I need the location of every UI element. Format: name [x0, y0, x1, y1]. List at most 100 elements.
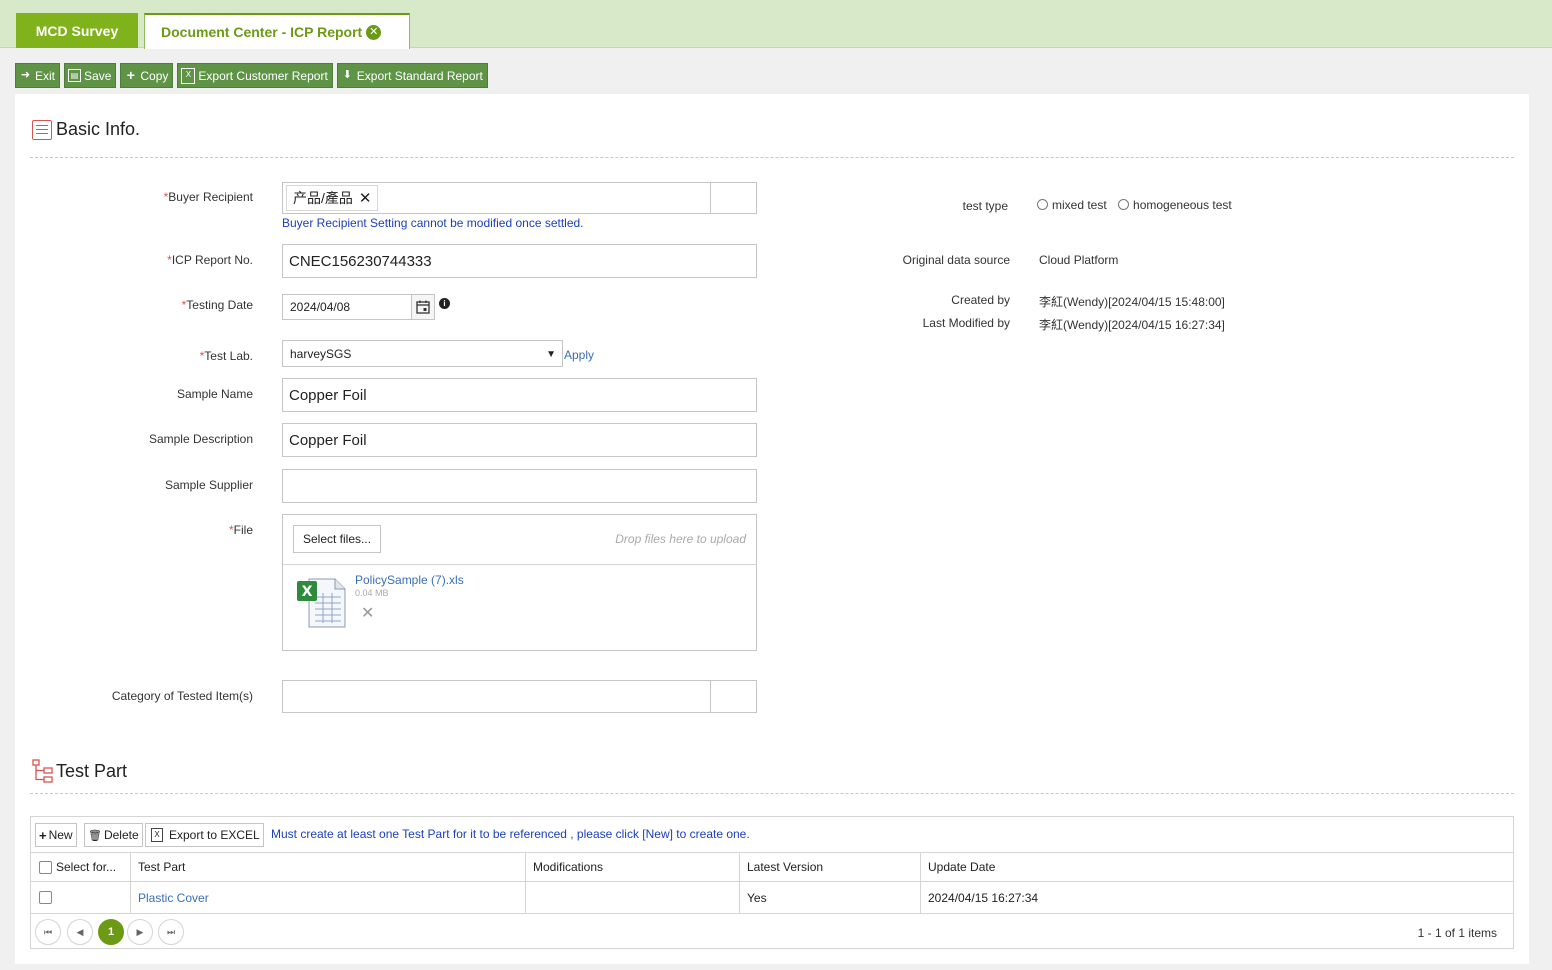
modifications-cell [525, 882, 740, 913]
exit-icon: ➜ [20, 69, 31, 81]
exit-button[interactable]: ➜ Exit [15, 63, 61, 88]
test-part-message: Must create at least one Test Part for i… [271, 827, 750, 841]
test-lab-select[interactable]: harveySGS ▼ [282, 340, 563, 367]
header-latest-version[interactable]: Latest Version [739, 853, 921, 881]
main-card: Basic Info. *Buyer Recipient 产品/產品 ✕ Buy… [15, 94, 1529, 964]
header-modifications[interactable]: Modifications [525, 853, 740, 881]
header-test-part[interactable]: Test Part [130, 853, 526, 881]
apply-link[interactable]: Apply [564, 348, 594, 362]
buyer-recipient-chip: 产品/產品 ✕ [286, 185, 379, 211]
basic-info-heading: Basic Info. [32, 119, 140, 140]
created-by-label: Created by [951, 293, 1010, 307]
exit-label: Exit [35, 68, 56, 83]
pager: ⏮ ◀ 1 ▶ ⏭ 1 - 1 of 1 items [31, 914, 1513, 949]
section-divider [30, 793, 1514, 794]
page-1-button[interactable]: 1 [98, 919, 124, 945]
buyer-recipient-multiselect[interactable]: 产品/產品 ✕ [282, 182, 757, 214]
row-checkbox[interactable] [39, 891, 52, 904]
calendar-icon[interactable] [411, 294, 435, 320]
prev-page-icon[interactable]: ◀ [67, 919, 93, 945]
export-standard-report-button[interactable]: ⬇ Export Standard Report [336, 63, 488, 88]
export-excel-button[interactable]: X Export to EXCEL [145, 823, 264, 847]
export-standard-label: Export Standard Report [356, 68, 483, 83]
list-icon [32, 119, 52, 140]
remove-file-icon[interactable]: ✕ [361, 603, 374, 623]
update-date-cell: 2024/04/15 16:27:34 [928, 890, 1039, 905]
export-customer-label: Export Customer Report [198, 68, 328, 83]
created-by-value: 李紅(Wendy)[2024/04/15 15:48:00] [1039, 295, 1225, 309]
sample-description-input[interactable]: Copper Foil [282, 423, 757, 457]
test-part-heading: Test Part [32, 759, 127, 783]
first-page-icon[interactable]: ⏮ [35, 919, 61, 945]
remove-chip-icon[interactable]: ✕ [359, 189, 372, 207]
source-label: Original data source [902, 253, 1010, 267]
tree-icon [32, 759, 54, 783]
copy-label: Copy [140, 68, 169, 83]
close-icon[interactable]: ✕ [366, 24, 382, 40]
tab-strip: MCD Survey Document Center - ICP Report … [0, 0, 1552, 49]
testing-date-input[interactable]: 2024/04/08 [282, 294, 412, 320]
file-label: *File [228, 523, 253, 537]
icp-report-input[interactable]: CNEC156230744333 [282, 244, 757, 278]
test-part-link[interactable]: Plastic Cover [130, 882, 526, 913]
test-type-radios: mixed test homogeneous test [1037, 198, 1232, 212]
excel-file-icon: X [295, 575, 351, 629]
category-label: Category of Tested Item(s) [111, 689, 253, 703]
row-select-cell [31, 882, 131, 913]
section-title: Test Part [56, 760, 128, 781]
plus-icon: + [126, 67, 135, 83]
save-label: Save [84, 68, 112, 83]
buyer-recipient-hint: Buyer Recipient Setting cannot be modifi… [282, 216, 584, 230]
svg-text:X: X [302, 584, 313, 600]
upload-toolbar: Select files... Drop files here to uploa… [283, 515, 756, 565]
sample-description-label: Sample Description [148, 432, 253, 446]
toolbar: ➜ Exit ▤ Save + Copy X Export Customer R… [15, 63, 488, 88]
chevron-down-icon: ▼ [546, 349, 556, 360]
page-info: 1 - 1 of 1 items [1417, 926, 1497, 940]
next-page-icon[interactable]: ▶ [127, 919, 153, 945]
sample-supplier-label: Sample Supplier [164, 478, 253, 492]
download-icon: ⬇ [342, 69, 352, 81]
section-divider [30, 157, 1514, 158]
tab-document-center[interactable]: Document Center - ICP Report ✕ [144, 13, 410, 49]
radio-homogeneous-test[interactable]: homogeneous test [1118, 198, 1232, 212]
tab-label: MCD Survey [35, 22, 119, 39]
category-multiselect[interactable] [282, 680, 757, 713]
select-all-checkbox[interactable] [39, 860, 52, 874]
sample-supplier-input[interactable] [282, 469, 757, 503]
tab-mcd-survey[interactable]: MCD Survey [16, 13, 138, 48]
excel-icon: X [151, 828, 163, 842]
export-customer-report-button[interactable]: X Export Customer Report [177, 63, 333, 88]
icp-report-label: *ICP Report No. [167, 253, 253, 267]
excel-icon: X [181, 67, 196, 84]
info-icon[interactable]: i [439, 298, 450, 309]
header-select[interactable]: Select for... [31, 853, 131, 881]
table-row: Plastic Cover Yes 2024/04/15 16:27:34 [31, 882, 1513, 914]
file-upload: Select files... Drop files here to uploa… [282, 514, 757, 651]
uploaded-file-link[interactable]: PolicySample (7).xls [355, 573, 464, 587]
sample-name-input[interactable]: Copper Foil [282, 378, 757, 412]
delete-button[interactable]: 🗑 Delete [84, 823, 143, 847]
test-type-label: test type [962, 199, 1008, 213]
uploaded-file-size: 0.04 MB [355, 588, 389, 598]
new-button[interactable]: + New [35, 823, 77, 847]
save-icon: ▤ [68, 69, 82, 82]
modified-by-label: Last Modified by [922, 316, 1010, 330]
select-files-button[interactable]: Select files... [293, 525, 382, 553]
section-title: Basic Info. [56, 119, 141, 139]
latest-version-cell: Yes [739, 882, 921, 913]
test-part-grid: + New 🗑 Delete X Export to EXCEL Must creat… [30, 816, 1514, 949]
radio-mixed-test[interactable]: mixed test [1037, 198, 1107, 212]
save-button[interactable]: ▤ Save [64, 63, 117, 88]
tab-label: Document Center - ICP Report [161, 24, 363, 40]
trash-icon: 🗑 [88, 829, 102, 842]
modified-by-value: 李紅(Wendy)[2024/04/15 16:27:34] [1039, 318, 1225, 332]
sample-name-label: Sample Name [176, 387, 253, 401]
buyer-recipient-label: *Buyer Recipient [163, 190, 253, 204]
testing-date-label: *Testing Date [181, 298, 253, 312]
drop-zone-hint[interactable]: Drop files here to upload [615, 532, 746, 546]
source-value: Cloud Platform [1039, 253, 1119, 267]
copy-button[interactable]: + Copy [120, 63, 174, 88]
header-update-date[interactable]: Update Date [920, 853, 1514, 881]
last-page-icon[interactable]: ⏭ [158, 919, 184, 945]
